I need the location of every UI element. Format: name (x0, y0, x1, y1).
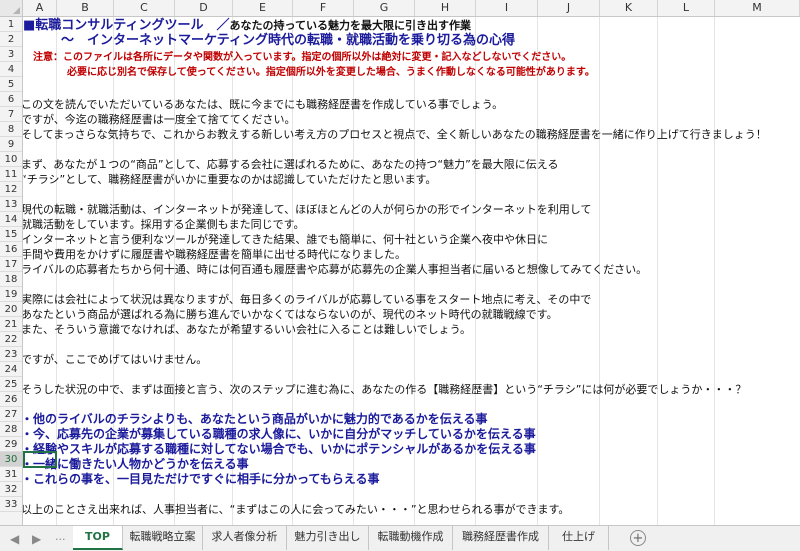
row-header[interactable]: 18 (0, 272, 22, 287)
cell-grid[interactable]: ■転職コンサルティングツール ／あなたの持っている魅力を最大限に引き出す作業 ～… (23, 17, 800, 525)
text-cell[interactable]: 以上のことさえ出来れば、人事担当者に、“まずはこの人に会ってみたい・・・”と思わ… (23, 502, 569, 517)
column-header-g[interactable]: G (354, 0, 415, 16)
text-cell[interactable]: まず、あなたが１つの“商品”として、応募する会社に選ばれるために、あなたの持つ“… (23, 157, 558, 172)
row-header[interactable]: 26 (0, 392, 22, 407)
text-cell[interactable]: あなたという商品が選ばれる為に勝ち進んでいかなくてはならないのが、現代のネット時… (23, 307, 558, 322)
text-cell[interactable]: ですが、ここでめげてはいけません。 (23, 352, 207, 367)
row-header-selected[interactable]: 30 (0, 452, 22, 467)
row-header[interactable]: 12 (0, 182, 22, 197)
row-header[interactable]: 25 (0, 377, 22, 392)
row-header[interactable]: 13 (0, 197, 22, 212)
row-header[interactable]: 33 (0, 497, 22, 512)
tab-resume[interactable]: 職務経歴書作成 (453, 526, 549, 550)
row-header[interactable]: 3 (0, 47, 22, 62)
row-header[interactable]: 11 (0, 167, 22, 182)
tab-top[interactable]: TOP (73, 526, 123, 550)
text-cell[interactable]: この文を読んでいただいているあなたは、既に今までにも職務経歴書を作成している事で… (23, 97, 503, 112)
row-header[interactable]: 15 (0, 227, 22, 242)
row-header[interactable]: 2 (0, 32, 22, 47)
row-header[interactable]: 28 (0, 422, 22, 437)
row-header[interactable]: 21 (0, 317, 22, 332)
text-cell[interactable]: また、そういう意識でなければ、あなたが希望するいい会社に入ることは難しいでしょう… (23, 322, 471, 337)
key-point-cell[interactable]: ・今、応募先の企業が募集している職種の求人像に、いかに自分がマッチしているかを伝… (23, 427, 536, 442)
column-header-d[interactable]: D (175, 0, 233, 16)
column-header-i[interactable]: I (476, 0, 538, 16)
next-sheet-arrow-icon[interactable]: ▶ (32, 532, 41, 546)
sheet-tab-bar: ◀ ▶ ... TOP 転職戦略立案 求人者像分析 魅力引き出し 転職動機作成 … (0, 525, 800, 551)
row-header[interactable]: 16 (0, 242, 22, 257)
tab-motivation[interactable]: 転職動機作成 (369, 526, 453, 550)
row-header[interactable]: 32 (0, 482, 22, 497)
column-header-l[interactable]: L (658, 0, 715, 16)
previous-sheet-arrow-icon[interactable]: ◀ (10, 532, 19, 546)
text-cell[interactable]: インターネットと言う便利なツールが発達してきた結果、誰でも簡単に、何十社という企… (23, 232, 548, 247)
title-main: ■転職コンサルティングツール ／ (23, 18, 230, 33)
title-sub: あなたの持っている魅力を最大限に引き出す作業 (229, 19, 471, 32)
grid-line (657, 17, 658, 525)
text-cell[interactable]: 就職活動をしています。採用する企業側もまた同じです。 (23, 217, 304, 232)
column-header-bar: A B C D E F G H I J K L M (0, 0, 800, 17)
select-all-corner[interactable] (0, 0, 23, 16)
row-header[interactable]: 19 (0, 287, 22, 302)
row-header[interactable]: 7 (0, 107, 22, 122)
text-cell[interactable]: そうした状況の中で、まずは面接と言う、次のステップに進む為に、あなたの作る【職務… (23, 382, 746, 397)
column-header-f[interactable]: F (293, 0, 354, 16)
add-sheet-icon[interactable]: + (630, 530, 646, 546)
column-header-e[interactable]: E (233, 0, 293, 16)
text-cell[interactable]: ですが、今迄の職務経歴書は一度全て捨ててください。 (23, 112, 295, 127)
row-header[interactable]: 5 (0, 77, 22, 92)
text-cell[interactable]: 手間や費用をかけずに履歴書や職務経歴書を簡単に出せる時代になりました。 (23, 247, 406, 262)
row-header[interactable]: 27 (0, 407, 22, 422)
tab-job-profile[interactable]: 求人者像分析 (203, 526, 287, 550)
row-header[interactable]: 4 (0, 62, 22, 77)
tab-appeal[interactable]: 魅力引き出し (287, 526, 369, 550)
tab-strategy[interactable]: 転職戦略立案 (123, 526, 203, 550)
column-header-a[interactable]: A (23, 0, 57, 16)
row-header[interactable]: 24 (0, 362, 22, 377)
grid-line (714, 17, 715, 525)
text-cell[interactable]: ライバルの応募者たちから何十通、時には何百通も履歴書や応募が応募先の企業人事担当… (23, 262, 647, 277)
column-header-b[interactable]: B (57, 0, 114, 16)
text-cell[interactable]: そしてまっさらな気持ちで、これからお教えする新しい考え方のプロセスと視点で、全く… (23, 127, 767, 142)
key-point-cell[interactable]: ・これらの事を、一目見ただけですぐに相手に分かってもらえる事 (23, 472, 379, 487)
text-cell[interactable]: 実際には会社によって状況は異なりますが、毎日多くのライバルが応募している事をスタ… (23, 292, 591, 307)
row-header[interactable]: 10 (0, 152, 22, 167)
active-cell-indicator (23, 451, 57, 468)
subtitle-cell[interactable]: ～ インターネットマーケティング時代の転職・就職活動を乗り切る為の心得 (61, 33, 515, 48)
column-header-h[interactable]: H (415, 0, 476, 16)
row-header[interactable]: 22 (0, 332, 22, 347)
tab-finish[interactable]: 仕上げ (549, 526, 609, 550)
column-header-j[interactable]: J (538, 0, 600, 16)
row-header[interactable]: 6 (0, 92, 22, 107)
row-header[interactable]: 29 (0, 437, 22, 452)
row-header[interactable]: 23 (0, 347, 22, 362)
row-header-bar: 1 2 3 4 5 6 7 8 9 10 11 12 13 14 15 16 1… (0, 17, 23, 525)
warning-line-2[interactable]: 必要に応じ別名で保存して使ってください。指定個所以外を変更した場合、うまく作動し… (67, 65, 595, 80)
row-header[interactable]: 9 (0, 137, 22, 152)
column-header-k[interactable]: K (600, 0, 658, 16)
warning-line-1[interactable]: 注意：このファイルは各所にデータや関数が入っています。指定の個所以外は絶対に変更… (33, 50, 571, 65)
row-header[interactable]: 14 (0, 212, 22, 227)
key-point-cell[interactable]: ・他のライバルのチラシよりも、あなたという商品がいかに魅力的であるかを伝える事 (23, 412, 487, 427)
more-sheets-icon[interactable]: ... (55, 530, 66, 543)
text-cell[interactable]: 現代の転職・就職活動は、インターネットが発達して、ほぼほとんどの人が何らかの形で… (23, 202, 591, 217)
key-point-cell[interactable]: ・経験やスキルが応募する職種に対してない場合でも、いかにポテンシャルがあるかを伝… (23, 442, 536, 457)
row-header[interactable]: 8 (0, 122, 22, 137)
title-cell[interactable]: ■転職コンサルティングツール ／あなたの持っている魅力を最大限に引き出す作業 (23, 18, 471, 33)
column-header-c[interactable]: C (114, 0, 175, 16)
row-header[interactable]: 31 (0, 467, 22, 482)
row-header[interactable]: 17 (0, 257, 22, 272)
row-header[interactable]: 1 (0, 17, 22, 32)
text-cell[interactable]: “チラシ”として、職務経歴書がいかに重要なのかは認識していただけたと思います。 (23, 172, 436, 187)
column-header-m[interactable]: M (715, 0, 800, 16)
row-header[interactable]: 20 (0, 302, 22, 317)
